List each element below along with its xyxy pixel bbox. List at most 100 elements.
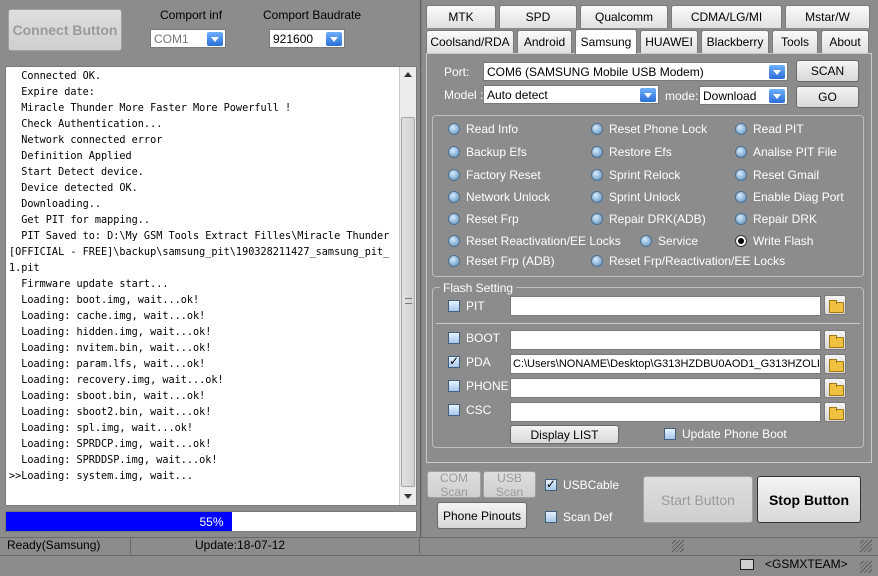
mode-select[interactable]: Download: [699, 86, 788, 105]
status-update: Update:18-07-12: [195, 538, 286, 552]
checkbox-box: [448, 404, 460, 416]
pit-checkbox[interactable]: PIT: [448, 299, 485, 313]
chevron-down-icon: [640, 88, 656, 102]
scan-button[interactable]: SCAN: [796, 60, 859, 82]
phone-folder-icon[interactable]: [824, 378, 846, 398]
usb-scan-button[interactable]: USB Scan: [483, 471, 536, 499]
tab-android[interactable]: Android: [517, 30, 572, 53]
csc-folder-icon[interactable]: [824, 402, 846, 422]
baudrate-select[interactable]: 921600: [269, 29, 345, 48]
radio-reset-frp-adb[interactable]: Reset Frp (ADB): [448, 254, 555, 268]
radio-sprint-unlock[interactable]: Sprint Unlock: [591, 190, 680, 204]
radio-reset-frp-reactivation[interactable]: Reset Frp/Reactivation/EE Locks: [591, 254, 785, 268]
boot-checkbox[interactable]: BOOT: [448, 331, 500, 345]
pit-path-field[interactable]: [510, 296, 821, 316]
radio-factory-reset[interactable]: Factory Reset: [448, 168, 541, 182]
radio-reset-reactivation[interactable]: Reset Reactivation/EE Locks: [448, 234, 621, 248]
log-line: Network connected error: [9, 135, 163, 146]
scroll-up-icon[interactable]: [404, 72, 412, 77]
stop-button[interactable]: Stop Button: [757, 476, 861, 523]
tab-mstar-w[interactable]: Mstar/W: [785, 5, 870, 28]
tab-qualcomm[interactable]: Qualcomm: [580, 5, 668, 28]
model-value: Auto detect: [487, 87, 548, 102]
csc-checkbox[interactable]: CSC: [448, 403, 491, 417]
pda-path-field[interactable]: C:\Users\NONAME\Desktop\G313HZDBU0AOD1_G…: [510, 354, 821, 374]
radio-analise-pit[interactable]: Analise PIT File: [735, 145, 837, 159]
radio-label: Reset Gmail: [753, 168, 820, 182]
log-line: 1.pit: [9, 263, 40, 274]
status-bar: [0, 537, 878, 576]
boot-path-field[interactable]: [510, 330, 821, 350]
radio-repair-drk-adb[interactable]: Repair DRK(ADB): [591, 212, 706, 226]
keyboard-icon: [740, 559, 754, 570]
radio-reset-gmail[interactable]: Reset Gmail: [735, 168, 819, 182]
model-select[interactable]: Auto detect: [483, 85, 659, 104]
radio-service[interactable]: Service: [640, 234, 698, 248]
tab-samsung[interactable]: Samsung: [575, 29, 637, 54]
phone-path-field[interactable]: [510, 378, 821, 398]
tab-coolsand-rda[interactable]: Coolsand/RDA: [426, 30, 514, 53]
go-button[interactable]: GO: [796, 86, 859, 108]
radio-write-flash[interactable]: Write Flash: [735, 234, 813, 248]
radio-label: Reset Reactivation/EE Locks: [466, 234, 621, 248]
log-scrollbar[interactable]: [399, 67, 416, 505]
csc-path-field[interactable]: [510, 402, 821, 422]
radio-dot: [448, 255, 460, 267]
scroll-thumb[interactable]: [401, 117, 415, 487]
phone-checkbox[interactable]: PHONE: [448, 379, 509, 393]
update-phone-boot-checkbox[interactable]: Update Phone Boot: [664, 427, 787, 441]
radio-sprint-relock[interactable]: Sprint Relock: [591, 168, 680, 182]
radio-label: Restore Efs: [609, 145, 672, 159]
log-line: Loading: param.lfs, wait...ok!: [9, 359, 206, 370]
checkbox-box-checked: [448, 354, 460, 368]
log-line: Check Authentication...: [9, 119, 163, 130]
resize-grip-icon[interactable]: [860, 540, 872, 552]
radio-dot: [448, 169, 460, 181]
checkbox-label: PDA: [466, 355, 491, 369]
baudrate-value: 921600: [273, 31, 314, 46]
resize-grip-icon[interactable]: [672, 540, 684, 552]
radio-label: Repair DRK: [753, 212, 818, 226]
tab-tools[interactable]: Tools: [772, 30, 818, 53]
chevron-down-icon: [769, 89, 785, 103]
phone-pinouts-button[interactable]: Phone Pinouts: [437, 502, 527, 529]
radio-backup-efs[interactable]: Backup Efs: [448, 145, 527, 159]
pda-folder-icon[interactable]: [824, 354, 846, 374]
radio-label: Reset Frp (ADB): [466, 254, 555, 268]
boot-folder-icon[interactable]: [824, 330, 846, 350]
radio-restore-efs[interactable]: Restore Efs: [591, 145, 672, 159]
scan-def-checkbox[interactable]: Scan Def: [545, 510, 612, 524]
resize-grip-icon[interactable]: [860, 561, 872, 573]
pit-folder-icon[interactable]: [824, 295, 846, 315]
radio-enable-diag[interactable]: Enable Diag Port: [735, 190, 844, 204]
radio-dot-selected: [735, 235, 747, 247]
log-output[interactable]: Connected OK. Expire date: Miracle Thund…: [5, 66, 417, 506]
log-line: Device detected OK.: [9, 183, 138, 194]
radio-read-info[interactable]: Read Info: [448, 122, 518, 136]
radio-read-pit[interactable]: Read PIT: [735, 122, 804, 136]
display-list-button[interactable]: Display LIST: [510, 425, 619, 444]
radio-network-unlock[interactable]: Network Unlock: [448, 190, 550, 204]
radio-reset-frp[interactable]: Reset Frp: [448, 212, 519, 226]
usb-cable-checkbox[interactable]: USBCable: [545, 477, 619, 492]
radio-label: Reset Phone Lock: [609, 122, 708, 136]
status-team: <GSMXTEAM>: [765, 557, 848, 571]
radio-repair-drk[interactable]: Repair DRK: [735, 212, 817, 226]
start-button[interactable]: Start Button: [643, 476, 753, 523]
port-select[interactable]: COM6 (SAMSUNG Mobile USB Modem): [483, 62, 788, 81]
log-line: Downloading..: [9, 199, 102, 210]
tab-cdma-lg-mi[interactable]: CDMA/LG/MI: [671, 5, 782, 28]
radio-dot: [735, 191, 747, 203]
tab-spd[interactable]: SPD: [499, 5, 577, 28]
tab-about[interactable]: About: [821, 30, 869, 53]
radio-dot: [735, 169, 747, 181]
pda-checkbox[interactable]: PDA: [448, 354, 491, 369]
tab-blackberry[interactable]: Blackberry: [701, 30, 769, 53]
tab-mtk[interactable]: MTK: [426, 5, 496, 28]
radio-reset-phone-lock[interactable]: Reset Phone Lock: [591, 122, 707, 136]
connect-button[interactable]: Connect Button: [8, 9, 122, 51]
scroll-down-icon[interactable]: [404, 494, 412, 499]
tab-huawei[interactable]: HUAWEI: [640, 30, 698, 53]
comport-select[interactable]: COM1: [150, 29, 226, 48]
com-scan-button[interactable]: COM Scan: [427, 471, 481, 499]
